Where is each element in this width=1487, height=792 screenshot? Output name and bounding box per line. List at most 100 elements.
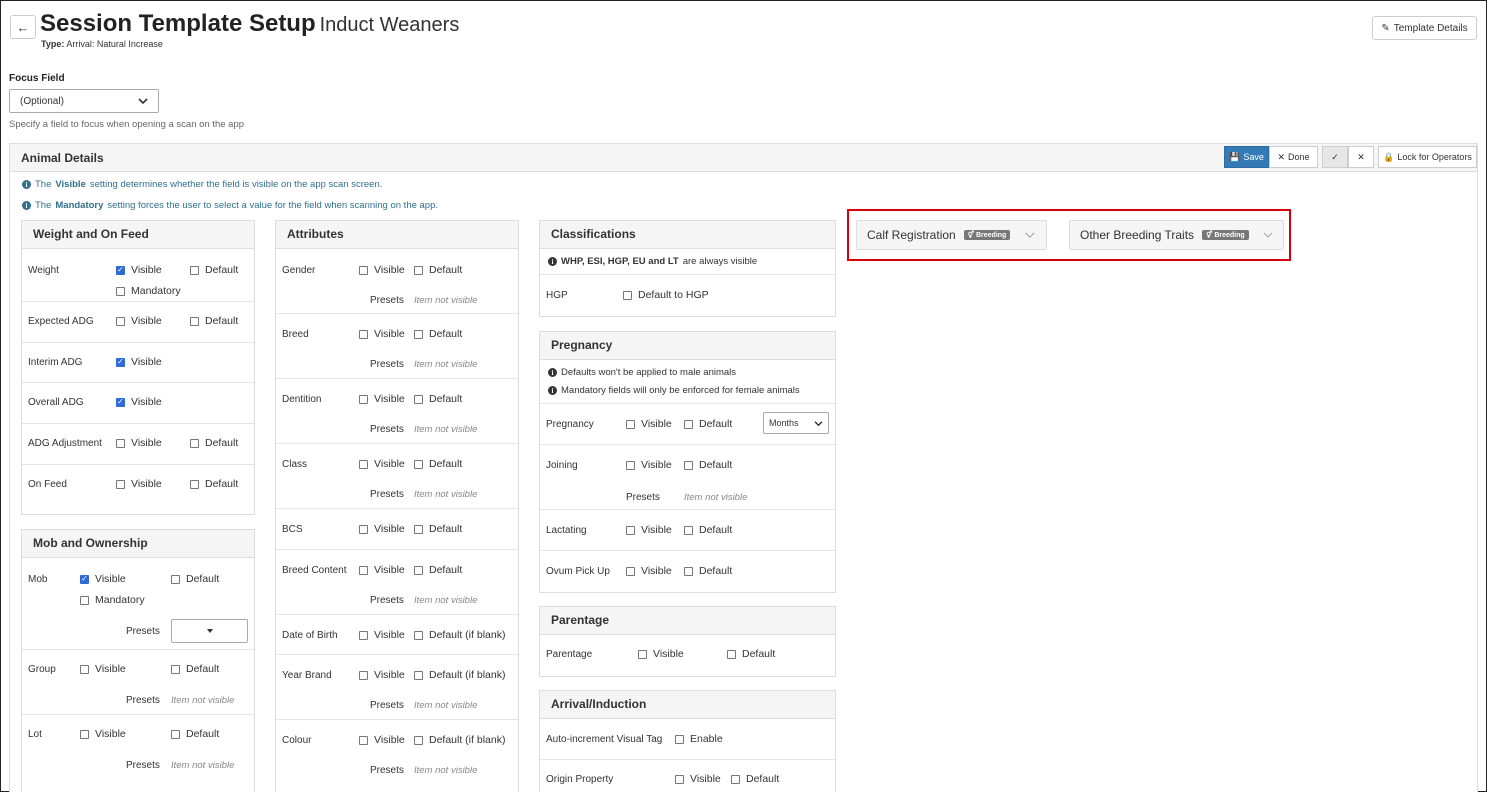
save-button[interactable]: 💾 Save bbox=[1224, 146, 1269, 168]
field-row-year-brand: Year Brand Visible Default (if blank) Pr… bbox=[276, 655, 518, 720]
origin-default-checkbox[interactable]: Default bbox=[731, 773, 779, 785]
gender-visible-checkbox[interactable]: Visible bbox=[359, 264, 405, 276]
mandatory-info: i The Mandatory setting forces the user to … bbox=[22, 200, 438, 211]
ovum-default-checkbox[interactable]: Default bbox=[684, 565, 732, 577]
parentage-default-checkbox[interactable]: Default bbox=[727, 648, 775, 660]
template-details-button[interactable]: ✎ Template Details bbox=[1372, 16, 1477, 40]
classifications-card: Classifications i WHP, ESI, HGP, EU and L… bbox=[539, 220, 836, 317]
group-default-checkbox[interactable]: Default bbox=[171, 663, 219, 675]
parentage-card: Parentage Parentage Visible Default bbox=[539, 606, 836, 677]
expected-adg-visible-checkbox[interactable]: Visible bbox=[116, 315, 162, 327]
colour-visible-checkbox[interactable]: Visible bbox=[359, 734, 405, 746]
auto-increment-enable-checkbox[interactable]: Enable bbox=[675, 733, 723, 745]
overall-adg-visible-checkbox[interactable]: ✓ Visible bbox=[116, 396, 162, 408]
parentage-title: Parentage bbox=[540, 607, 835, 635]
weight-default-checkbox[interactable]: Default bbox=[190, 264, 238, 276]
pencil-icon: ✎ bbox=[1381, 22, 1390, 34]
focus-field-select[interactable]: (Optional) bbox=[9, 89, 159, 113]
floppy-icon: 💾 bbox=[1229, 151, 1241, 162]
field-row-gender: Gender Visible Default Presets Item not … bbox=[276, 249, 518, 314]
pregnancy-unit-select[interactable]: Months bbox=[763, 412, 829, 434]
field-row-lactating: Lactating Visible Default bbox=[540, 510, 835, 551]
pregnancy-default-checkbox[interactable]: Default bbox=[684, 418, 732, 430]
origin-visible-checkbox[interactable]: Visible bbox=[675, 773, 721, 785]
bcs-visible-checkbox[interactable]: Visible bbox=[359, 523, 405, 535]
dob-visible-checkbox[interactable]: Visible bbox=[359, 629, 405, 641]
mob-visible-checkbox[interactable]: ✓ Visible bbox=[80, 573, 126, 585]
chevron-down-icon bbox=[138, 98, 148, 105]
animal-details-header: Animal Details 💾 Save ✕ Done ✓ ✕ 🔒 Lock for… bbox=[10, 144, 1477, 172]
classifications-note-row: i WHP, ESI, HGP, EU and LT are always visi… bbox=[540, 249, 835, 275]
field-row-auto-increment: Auto-increment Visual Tag Enable bbox=[540, 719, 835, 760]
parentage-visible-checkbox[interactable]: Visible bbox=[638, 648, 684, 660]
field-row-adg-adjustment: ADG Adjustment Visible Default bbox=[22, 424, 254, 465]
mob-mandatory-checkbox[interactable]: Mandatory bbox=[80, 594, 145, 606]
arrow-left-icon: ← bbox=[16, 19, 30, 35]
breed-content-default-checkbox[interactable]: Default bbox=[414, 564, 462, 576]
adg-adjustment-default-checkbox[interactable]: Default bbox=[190, 437, 238, 449]
lactating-default-checkbox[interactable]: Default bbox=[684, 524, 732, 536]
field-row-weight: Weight ✓ Visible Default Mandatory bbox=[22, 249, 254, 302]
weight-on-feed-card: Weight and On Feed Weight ✓ Visible Defau… bbox=[21, 220, 255, 515]
on-feed-default-checkbox[interactable]: Default bbox=[190, 478, 238, 490]
default-to-hgp-checkbox[interactable]: Default to HGP bbox=[623, 289, 709, 301]
arrival-induction-card: Arrival/Induction Auto-increment Visual … bbox=[539, 690, 836, 792]
on-feed-visible-checkbox[interactable]: Visible bbox=[116, 478, 162, 490]
field-row-on-feed: On Feed Visible Default bbox=[28, 478, 239, 490]
joining-visible-checkbox[interactable]: Visible bbox=[626, 459, 672, 471]
lot-presets-label: Presets bbox=[126, 760, 160, 771]
info-icon: i bbox=[22, 180, 31, 189]
year-brand-default-checkbox[interactable]: Default (if blank) bbox=[414, 669, 505, 681]
dentition-visible-checkbox[interactable]: Visible bbox=[359, 393, 405, 405]
class-visible-checkbox[interactable]: Visible bbox=[359, 458, 405, 470]
field-row-ovum-pick-up: Ovum Pick Up Visible Default bbox=[546, 565, 733, 577]
pregnancy-visible-checkbox[interactable]: Visible bbox=[626, 418, 672, 430]
group-presets-label: Presets bbox=[126, 695, 160, 706]
ovum-visible-checkbox[interactable]: Visible bbox=[626, 565, 672, 577]
lot-visible-checkbox[interactable]: Visible bbox=[80, 728, 126, 740]
mob-ownership-title: Mob and Ownership bbox=[22, 530, 254, 558]
lock-for-operators-button[interactable]: 🔒 Lock for Operators bbox=[1378, 146, 1477, 168]
pregnancy-title: Pregnancy bbox=[540, 332, 835, 360]
arrival-induction-title: Arrival/Induction bbox=[540, 691, 835, 719]
field-row-breed: Breed Visible Default Presets Item not v… bbox=[276, 314, 518, 379]
group-visible-checkbox[interactable]: Visible bbox=[80, 663, 126, 675]
breed-default-checkbox[interactable]: Default bbox=[414, 328, 462, 340]
class-default-checkbox[interactable]: Default bbox=[414, 458, 462, 470]
lock-icon: 🔒 bbox=[1383, 151, 1395, 162]
bcs-default-checkbox[interactable]: Default bbox=[414, 523, 462, 535]
interim-adg-visible-checkbox[interactable]: ✓ Visible bbox=[116, 356, 162, 368]
pregnancy-note-mandatory: i Mandatory fields will only be enforced … bbox=[548, 385, 800, 396]
chevron-down-icon bbox=[814, 420, 823, 426]
adg-adjustment-visible-checkbox[interactable]: Visible bbox=[116, 437, 162, 449]
page-subtitle: Induct Weaners bbox=[319, 14, 460, 36]
year-brand-visible-checkbox[interactable]: Visible bbox=[359, 669, 405, 681]
colour-default-checkbox[interactable]: Default (if blank) bbox=[414, 734, 505, 746]
field-row-lot: Lot Visible Default Presets Item not vis… bbox=[28, 728, 235, 771]
joining-default-checkbox[interactable]: Default bbox=[684, 459, 732, 471]
lot-default-checkbox[interactable]: Default bbox=[171, 728, 219, 740]
dob-default-checkbox[interactable]: Default (if blank) bbox=[414, 629, 505, 641]
cross-toggle-button[interactable]: ✕ bbox=[1348, 146, 1374, 168]
mob-default-checkbox[interactable]: Default bbox=[171, 573, 219, 585]
mob-presets-label: Presets bbox=[126, 626, 160, 637]
back-button[interactable]: ← bbox=[10, 15, 36, 39]
weight-visible-checkbox[interactable]: ✓ Visible bbox=[116, 264, 162, 276]
page-title: Session Template Setup Induct Weaners bbox=[40, 10, 460, 37]
expected-adg-default-checkbox[interactable]: Default bbox=[190, 315, 238, 327]
gender-default-checkbox[interactable]: Default bbox=[414, 264, 462, 276]
mob-ownership-card: Mob and Ownership Mob ✓ Visible Default M… bbox=[21, 529, 255, 792]
weight-on-feed-title: Weight and On Feed bbox=[22, 221, 254, 249]
weight-mandatory-checkbox[interactable]: Mandatory bbox=[116, 285, 181, 297]
check-toggle-button[interactable]: ✓ bbox=[1322, 146, 1348, 168]
dentition-default-checkbox[interactable]: Default bbox=[414, 393, 462, 405]
mob-presets-select[interactable] bbox=[171, 619, 248, 643]
classifications-note: i WHP, ESI, HGP, EU and LT are always visi… bbox=[548, 256, 757, 267]
lactating-visible-checkbox[interactable]: Visible bbox=[626, 524, 672, 536]
breed-content-visible-checkbox[interactable]: Visible bbox=[359, 564, 405, 576]
focus-field-label: Focus Field bbox=[9, 73, 65, 84]
info-icon: i bbox=[548, 386, 557, 395]
classifications-title: Classifications bbox=[540, 221, 835, 249]
done-button[interactable]: ✕ Done bbox=[1269, 146, 1318, 168]
breed-visible-checkbox[interactable]: Visible bbox=[359, 328, 405, 340]
